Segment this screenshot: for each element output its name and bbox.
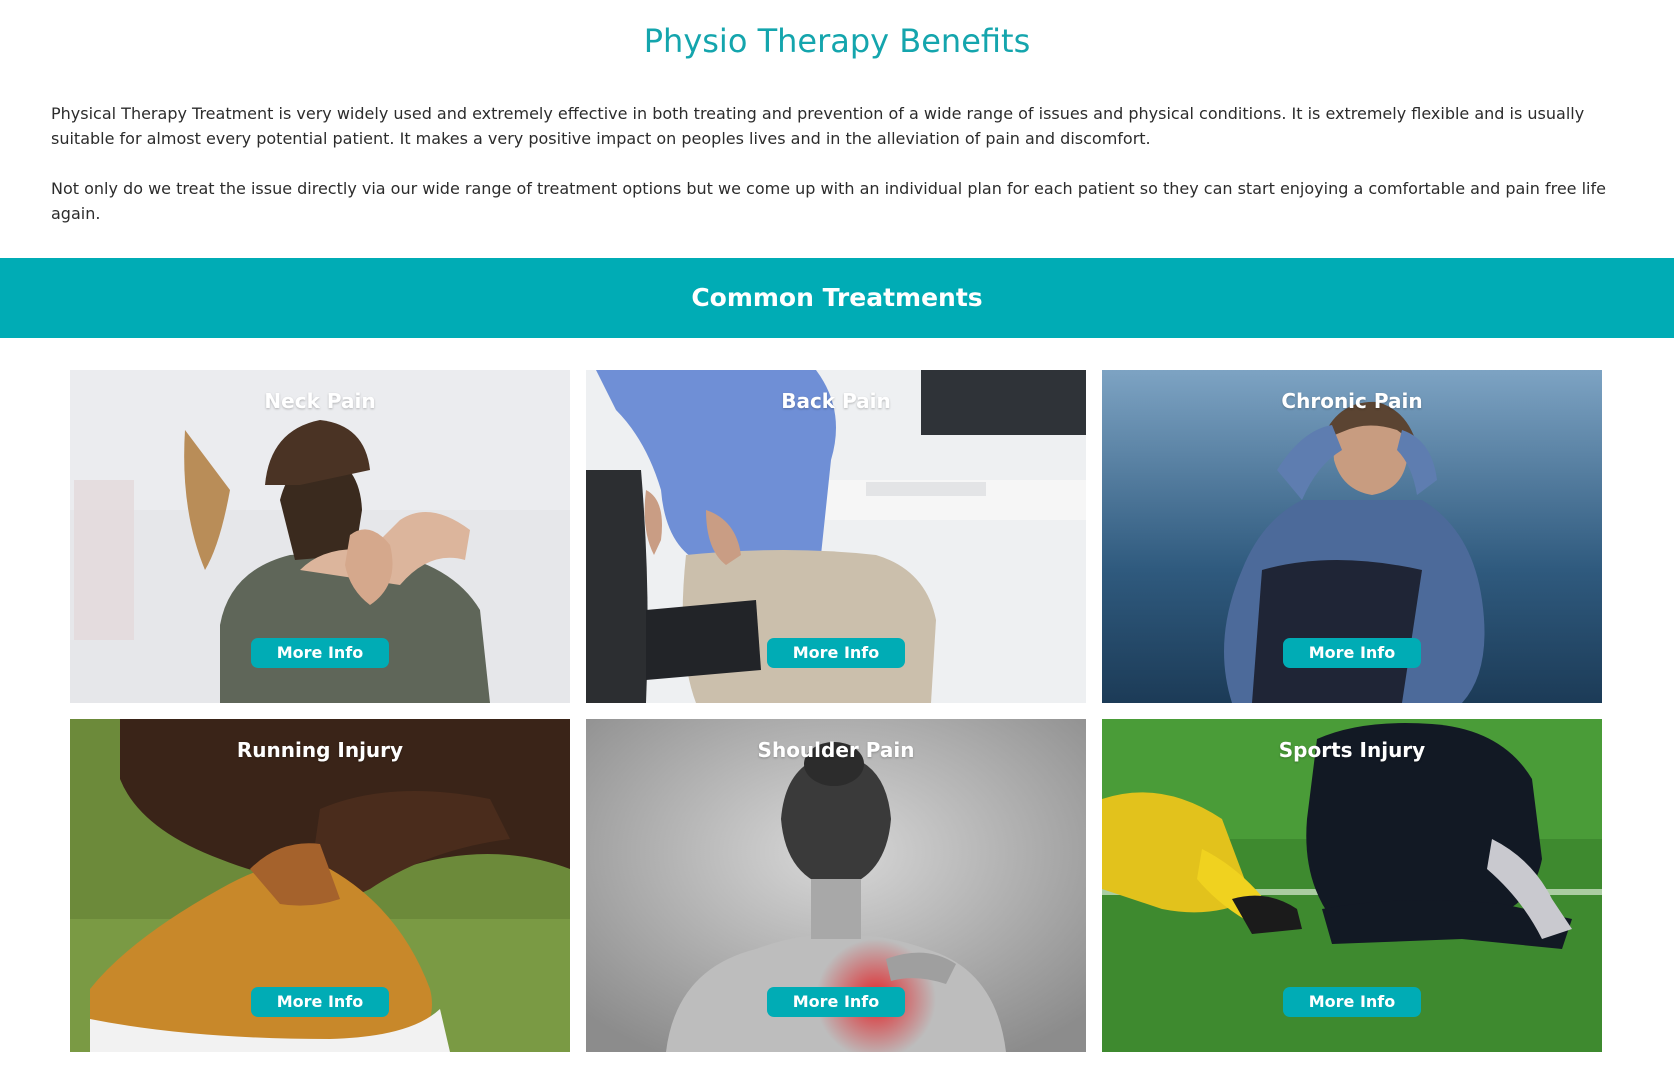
card-title: Neck Pain (264, 389, 376, 413)
treatment-card-shoulder-pain[interactable]: Shoulder Pain More Info (586, 719, 1086, 1052)
treatment-card-sports-injury[interactable]: Sports Injury More Info (1102, 719, 1602, 1052)
card-title: Shoulder Pain (757, 738, 915, 762)
card-title: Sports Injury (1278, 738, 1426, 762)
intro-paragraph-1: Physical Therapy Treatment is very widel… (51, 104, 1585, 148)
page-title: Physio Therapy Benefits (643, 22, 1031, 60)
more-info-button[interactable]: More Info (767, 638, 905, 668)
more-info-button[interactable]: More Info (251, 987, 389, 1017)
card-title: Back Pain (781, 389, 891, 413)
more-info-button[interactable]: More Info (251, 638, 389, 668)
treatment-card-back-pain[interactable]: Back Pain More Info (586, 370, 1086, 703)
more-info-button[interactable]: More Info (767, 987, 905, 1017)
common-treatments-banner: Common Treatments (0, 258, 1674, 338)
more-info-button[interactable]: More Info (1283, 638, 1421, 668)
more-info-button[interactable]: More Info (1283, 987, 1421, 1017)
treatment-card-chronic-pain[interactable]: Chronic Pain More Info (1102, 370, 1602, 703)
treatment-card-running-injury[interactable]: Running Injury More Info (70, 719, 570, 1052)
treatment-card-neck-pain[interactable]: Neck Pain More Info (70, 370, 570, 703)
card-title: Chronic Pain (1281, 389, 1423, 413)
common-treatments-heading: Common Treatments (691, 283, 983, 312)
card-title: Running Injury (236, 738, 404, 762)
intro-paragraph-2: Not only do we treat the issue directly … (51, 179, 1606, 223)
